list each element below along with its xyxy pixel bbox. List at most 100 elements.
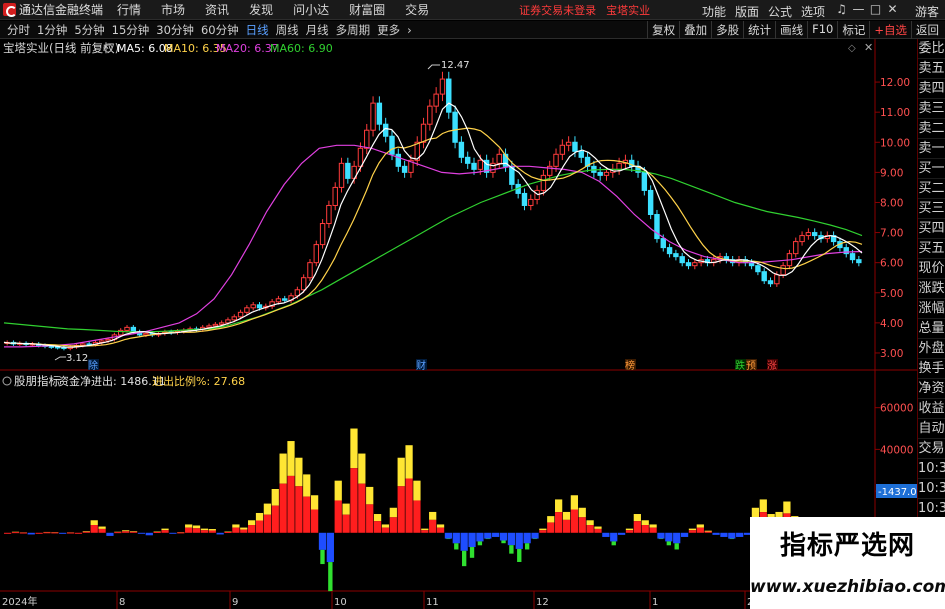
menu-item-news[interactable]: 资讯 (205, 1, 229, 18)
flow-bar-red (578, 517, 586, 533)
tool-add-watchlist[interactable]: +自选 (869, 21, 911, 39)
flow-bar-blue (610, 532, 618, 542)
side-panel-item[interactable]: 收益 (918, 399, 945, 419)
side-panel-item[interactable]: 委比 (918, 39, 945, 59)
side-panel-item[interactable]: 自动 (918, 419, 945, 439)
tool-statistics[interactable]: 统计 (743, 21, 775, 39)
tool-f10[interactable]: F10 (807, 21, 837, 39)
restore-icon[interactable]: □ (867, 2, 884, 16)
menu-item-function[interactable]: 功能 (702, 3, 726, 20)
period-60min[interactable]: 60分钟 (201, 22, 239, 38)
candle-body (282, 298, 288, 301)
menu-item-formula[interactable]: 公式 (768, 3, 792, 20)
tool-mark[interactable]: 标记 (837, 21, 869, 39)
menu-item-options[interactable]: 选项 (801, 3, 825, 20)
candle-body (300, 277, 307, 291)
candle-body (275, 298, 282, 303)
candle-body (856, 259, 862, 264)
side-panel-item[interactable]: 10:33 (918, 499, 945, 519)
diamond-icon[interactable]: ◇ (848, 43, 856, 54)
side-panel-item[interactable]: 买三 (918, 199, 945, 219)
flow-bar-yellow (751, 507, 760, 518)
period-5min[interactable]: 5分钟 (74, 22, 104, 38)
price-tick-label: 5.00 (880, 288, 903, 300)
period-daily[interactable]: 日线 (246, 22, 269, 38)
marker-forecast[interactable]: 预 (746, 360, 756, 372)
tool-multi-stock[interactable]: 多股 (711, 21, 743, 39)
menu-item-trade[interactable]: 交易 (405, 1, 429, 18)
flow-bar-red (177, 532, 185, 534)
side-panel-item[interactable]: 卖五 (918, 59, 945, 79)
flow-bar-yellow (200, 528, 209, 531)
flow-bar-red (421, 530, 429, 533)
chevron-right-icon[interactable]: › (407, 23, 412, 37)
side-panel-item[interactable]: 净资 (918, 379, 945, 399)
side-panel-item[interactable]: 卖二 (918, 119, 945, 139)
menu-item-wealth[interactable]: 财富圈 (349, 1, 385, 18)
login-status[interactable]: 证券交易未登录 (519, 2, 596, 18)
close-icon[interactable]: ✕ (884, 2, 901, 16)
flow-bar-red (436, 527, 445, 533)
period-30min[interactable]: 30分钟 (156, 22, 194, 38)
period-1min[interactable]: 1分钟 (37, 22, 67, 38)
period-15min[interactable]: 15分钟 (112, 22, 150, 38)
marker-financial[interactable]: 财 (416, 359, 426, 372)
side-panel-item[interactable]: 10:33 (918, 479, 945, 499)
flow-bar-yellow (366, 486, 374, 505)
period-monthly[interactable]: 月线 (306, 22, 329, 38)
marker-fall[interactable]: 跌 (735, 359, 745, 372)
marker-list[interactable]: 榜 (625, 359, 635, 372)
tool-overlay[interactable]: 叠加 (679, 21, 711, 39)
side-panel-item[interactable]: 涨幅 (918, 299, 945, 319)
flow-bar-red (413, 500, 421, 533)
side-panel-item[interactable]: 买二 (918, 179, 945, 199)
candle-body (578, 150, 584, 158)
period-weekly[interactable]: 周线 (276, 22, 299, 38)
side-panel-item[interactable]: 换手 (918, 359, 945, 379)
side-panel-item[interactable]: 交易 (918, 439, 945, 459)
menu-item-layout[interactable]: 版面 (735, 3, 759, 20)
minimize-icon[interactable]: — (850, 2, 867, 16)
candle-body (80, 343, 86, 346)
tool-restore-rights[interactable]: 复权 (647, 21, 679, 39)
side-panel-item[interactable]: 10:33 (918, 459, 945, 479)
flow-bar-red (248, 525, 256, 533)
guest-user[interactable]: 游客 (915, 3, 939, 20)
period-more[interactable]: 更多 (377, 22, 400, 38)
marker-ex-right[interactable]: 除 (88, 359, 98, 372)
price-tick-label: 9.00 (880, 167, 903, 179)
side-panel-item[interactable]: 买五 (918, 239, 945, 259)
side-panel-item[interactable]: 卖三 (918, 99, 945, 119)
period-multi[interactable]: 多周期 (336, 22, 371, 38)
side-panel-item[interactable]: 外盘 (918, 339, 945, 359)
price-tick-label: 3.00 (880, 348, 903, 360)
menu-item-ask[interactable]: 问小达 (293, 1, 329, 18)
side-panel-item[interactable]: 总量 (918, 319, 945, 339)
menu-item-discover[interactable]: 发现 (249, 1, 273, 18)
side-panel-item[interactable]: 卖一 (918, 139, 945, 159)
side-panel-item[interactable]: 买四 (918, 219, 945, 239)
candle-body (799, 235, 805, 243)
close-pane-icon[interactable]: ✕ (864, 41, 873, 54)
menu-item-markets[interactable]: 市场 (161, 1, 185, 18)
high-price-label: 12.47 (441, 60, 470, 71)
side-panel-item[interactable]: 卖四 (918, 79, 945, 99)
flow-bar-red (11, 532, 20, 534)
flow-bar-yellow (649, 524, 657, 528)
flow-bar-blue (680, 532, 689, 537)
side-panel-item[interactable]: 买一 (918, 159, 945, 179)
flow-bar-yellow (90, 520, 98, 526)
candle-body (805, 232, 812, 237)
tool-draw-line[interactable]: 画线 (775, 21, 807, 39)
flow-bar-red (263, 514, 272, 533)
side-panel-item[interactable]: 现价 (918, 259, 945, 279)
menu-item-market[interactable]: 行情 (117, 1, 141, 18)
tool-back[interactable]: 返回 (911, 21, 943, 39)
flow-bar-red (594, 528, 602, 533)
marker-rise[interactable]: 涨 (767, 360, 777, 372)
side-panel-item[interactable]: 涨跌 (918, 279, 945, 299)
flow-bar-red (555, 512, 563, 533)
period-timeshare[interactable]: 分时 (7, 22, 30, 38)
bell-icon[interactable]: ♫ (833, 2, 850, 16)
flow-bar-yellow (358, 453, 366, 484)
